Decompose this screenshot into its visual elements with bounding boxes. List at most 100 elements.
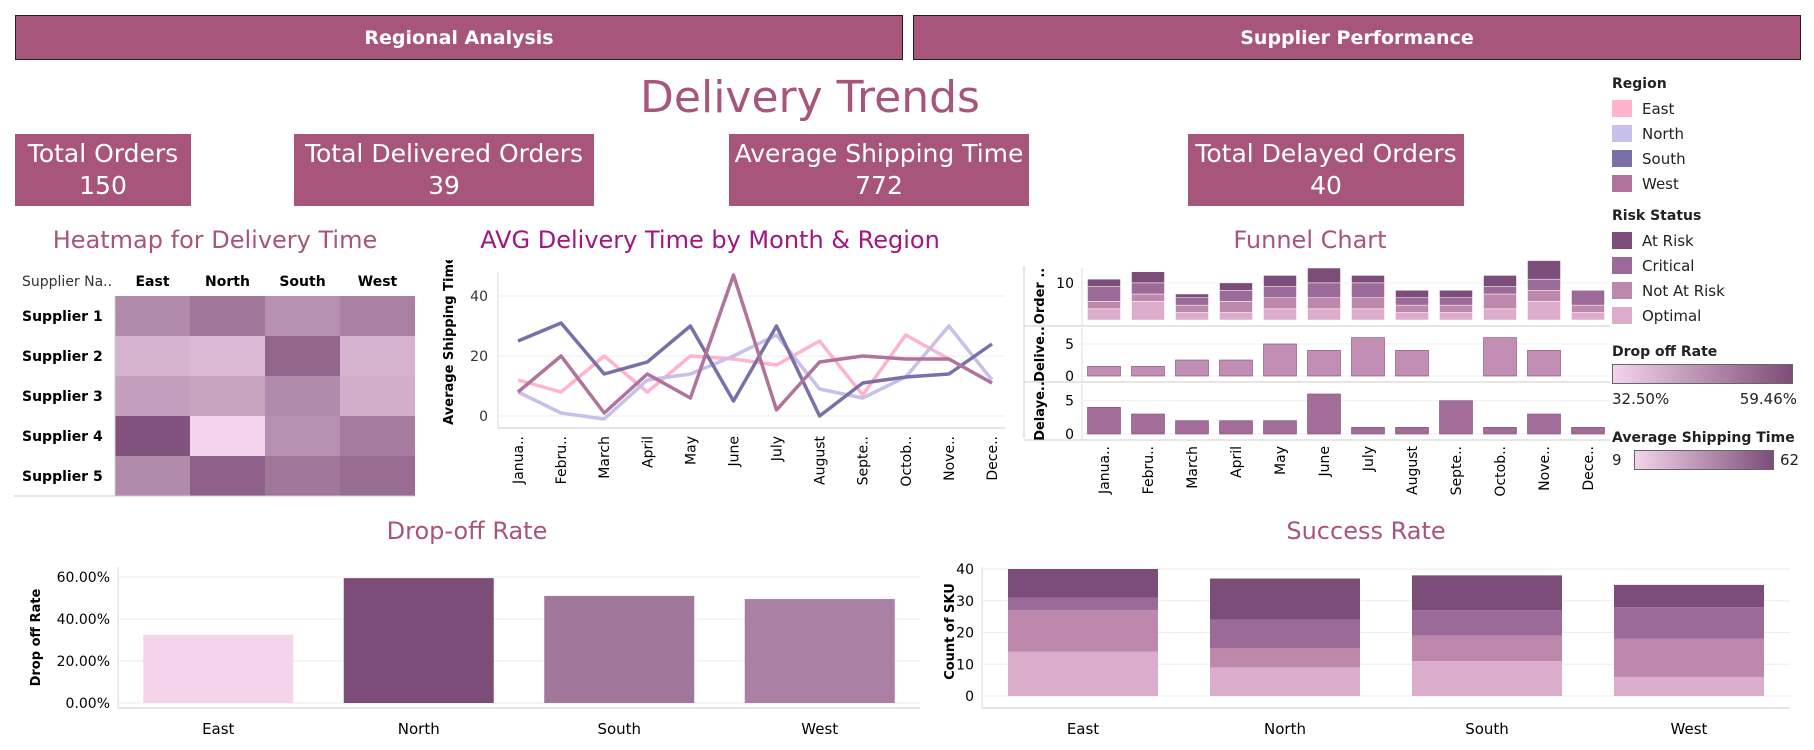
heatmap-cell: [190, 416, 265, 456]
heatmap-cell: [115, 416, 190, 456]
y-tick-label: 20.00%: [57, 654, 110, 670]
y-tick-label: 10: [956, 657, 974, 673]
legend-item-south[interactable]: South: [1612, 146, 1686, 171]
legend-label: Not At Risk: [1642, 281, 1725, 300]
y-tick-label: 0: [965, 689, 974, 705]
region-legend: Region East North South West: [1612, 76, 1686, 196]
x-tick-label: South: [1465, 720, 1509, 738]
kpi-label: Total Orders: [27, 139, 179, 168]
funnel-bar: [1219, 420, 1253, 435]
success-bar-segment: [1614, 676, 1764, 696]
legend-item-west[interactable]: West: [1612, 171, 1686, 196]
y-tick-label: 0.00%: [66, 696, 110, 712]
x-tick-label: Septe..: [856, 436, 872, 485]
funnel-bar-segment: [1087, 301, 1121, 310]
x-tick-label: July: [1361, 446, 1377, 472]
funnel-bar-segment: [1131, 293, 1165, 302]
funnel-bar-segment: [1307, 297, 1341, 310]
supplier-performance-button[interactable]: Supplier Performance: [913, 15, 1801, 60]
x-tick-label: Septe..: [1449, 446, 1465, 495]
funnel-bar-segment: [1307, 267, 1341, 284]
heatmap-row-label: Supplier 2: [22, 349, 103, 365]
success-chart: 0 10 20 30 40 Count of SKU East North South West: [943, 562, 1790, 738]
x-tick-label: North: [1264, 720, 1306, 738]
kpi-label: Total Delivered Orders: [304, 139, 584, 168]
funnel-bar-segment: [1307, 308, 1341, 321]
heatmap-cell: [115, 376, 190, 416]
funnel-bar-segment: [1395, 304, 1429, 313]
funnel-bar: [1527, 413, 1561, 435]
legend-label: South: [1642, 149, 1686, 168]
funnel-bar-segment: [1439, 290, 1473, 298]
funnel-bar-segment: [1263, 297, 1297, 310]
y-axis-label: Count of SKU: [943, 583, 958, 680]
legend-item-at-risk[interactable]: At Risk: [1612, 228, 1725, 253]
funnel-bar-segment: [1263, 275, 1297, 287]
funnel-bar: [1131, 366, 1165, 377]
kpi-label: Total Delayed Orders: [1195, 139, 1457, 168]
legend-swatch: [1612, 100, 1632, 117]
heatmap-cell: [265, 376, 340, 416]
dropoff-min: 32.50%: [1612, 390, 1670, 408]
legend-label: Critical: [1642, 256, 1695, 275]
funnel-bar-segment: [1527, 301, 1561, 321]
funnel-bar: [1263, 420, 1297, 435]
kpi-label: Average Shipping Time: [734, 139, 1024, 168]
regional-analysis-button[interactable]: Regional Analysis: [15, 15, 903, 60]
success-bar-segment: [1614, 638, 1764, 677]
funnel-bar-segment: [1395, 290, 1429, 298]
heatmap-col-label: West: [358, 274, 398, 290]
funnel-bar-segment: [1175, 304, 1209, 313]
region-legend-title: Region: [1612, 76, 1667, 92]
kpi-delayed-orders: Total Delayed Orders 40: [1188, 134, 1464, 206]
success-bar-segment: [1614, 607, 1764, 639]
legend-item-critical[interactable]: Critical: [1612, 253, 1725, 278]
heatmap-row-label: Supplier 5: [22, 469, 103, 485]
funnel-bar-segment: [1219, 301, 1253, 313]
heatmap-row-label: Supplier 3: [22, 389, 103, 405]
dropoff-gradient: [1612, 364, 1793, 384]
x-tick-label: West: [801, 720, 838, 738]
legend-item-not-at-risk[interactable]: Not At Risk: [1612, 278, 1725, 303]
heatmap-cell: [190, 456, 265, 496]
x-tick-label: May: [1273, 446, 1289, 475]
funnel-bar: [1439, 400, 1473, 435]
success-bar-segment: [1008, 651, 1158, 696]
kpi-total-orders: Total Orders 150: [15, 134, 191, 206]
y-tick-label: 0: [479, 409, 488, 425]
legend-swatch: [1612, 307, 1632, 324]
funnel-bar-segment: [1351, 297, 1385, 310]
success-bar-segment: [1614, 584, 1764, 608]
x-tick-label: East: [1067, 720, 1099, 738]
funnel-bar: [1263, 343, 1297, 377]
legend-item-north[interactable]: North: [1612, 121, 1686, 146]
funnel-bar-segment: [1263, 308, 1297, 321]
success-bar-segment: [1008, 569, 1158, 598]
funnel-bar-segment: [1351, 275, 1385, 284]
funnel-bar: [1483, 427, 1517, 435]
funnel-bar-segment: [1219, 290, 1253, 302]
legend-item-east[interactable]: East: [1612, 96, 1686, 121]
heatmap-cell: [115, 296, 190, 336]
panel-label: Order ..: [1033, 268, 1048, 324]
heatmap-cell: [265, 456, 340, 496]
funnel-bar-segment: [1439, 312, 1473, 321]
funnel-bar-segment: [1087, 308, 1121, 321]
x-tick-label: Janua..: [1097, 446, 1113, 495]
heatmap-col-label: North: [205, 274, 250, 290]
dropoff-bar: [143, 634, 294, 703]
legend-label: North: [1642, 124, 1684, 143]
funnel-bar-segment: [1439, 297, 1473, 306]
x-tick-label: April: [640, 436, 656, 468]
x-tick-label: March: [1185, 446, 1201, 489]
heatmap-cell: [190, 336, 265, 376]
funnel-bar: [1571, 427, 1605, 435]
line-chart: 0 20 40 Average Shipping Time Janua.. Febru..…: [442, 260, 1005, 487]
x-tick-label: June: [1317, 446, 1333, 478]
y-tick-label: 5: [1065, 337, 1074, 353]
funnel-bar: [1175, 359, 1209, 377]
legend-item-optimal[interactable]: Optimal: [1612, 303, 1725, 328]
heatmap-row-header: Supplier Na..: [22, 274, 112, 290]
funnel-bar: [1087, 407, 1121, 435]
risk-legend-title: Risk Status: [1612, 208, 1702, 224]
